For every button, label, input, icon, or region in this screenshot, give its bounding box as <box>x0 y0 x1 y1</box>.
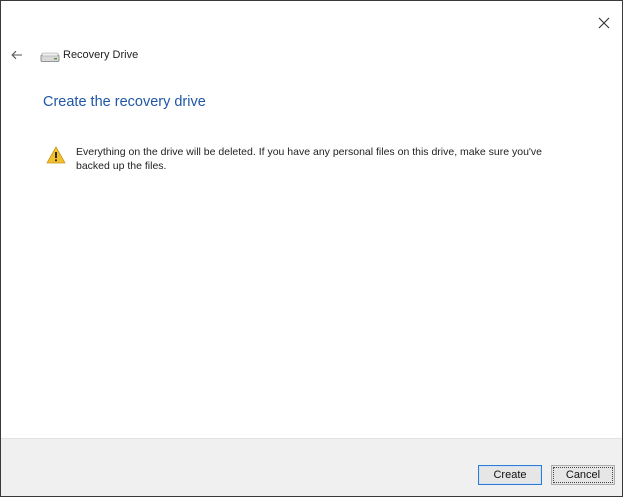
warning-icon <box>46 146 66 164</box>
footer-bar: Create Cancel <box>1 438 622 496</box>
close-icon <box>598 17 610 29</box>
create-button[interactable]: Create <box>478 465 542 485</box>
page-title: Create the recovery drive <box>43 94 206 110</box>
back-arrow-icon <box>11 50 22 60</box>
nav-title: Recovery Drive <box>63 49 139 61</box>
cancel-button[interactable]: Cancel <box>551 465 615 485</box>
warning-message: Everything on the drive will be deleted.… <box>76 146 543 172</box>
back-button[interactable] <box>7 45 27 65</box>
close-button[interactable] <box>592 11 616 35</box>
navigation-bar: Recovery Drive <box>1 42 622 68</box>
recovery-drive-window: Recovery Drive Create the recovery drive… <box>0 0 623 497</box>
drive-icon <box>40 52 60 62</box>
